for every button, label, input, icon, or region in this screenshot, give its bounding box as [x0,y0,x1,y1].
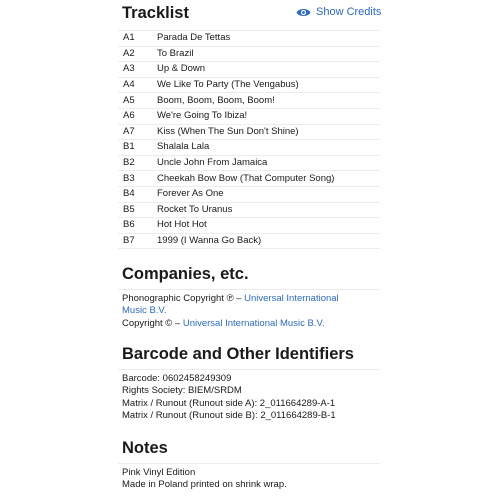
track-title: We're Going To Ibiza! [157,110,248,122]
track-title: Uncle John From Jamaica [157,157,268,169]
track-title: Forever As One [157,188,224,200]
track-title: Boom, Boom, Boom, Boom! [157,94,275,106]
note-line: Made in Poland printed on shrink wrap. [122,479,287,491]
tracklist-heading: Tracklist [122,4,189,22]
track-position: B1 [123,141,135,153]
notes-divider [118,463,380,464]
track-position: B7 [123,235,135,247]
track-position: A2 [123,47,135,59]
track-title: Kiss (When The Sun Don't Shine) [157,125,299,137]
track-row: A3 Up & Down [118,62,380,78]
track-title: Rocket To Uranus [157,203,233,215]
track-row: B7 1999 (I Wanna Go Back) [118,233,380,249]
track-row: A4 We Like To Party (The Vengabus) [118,77,380,93]
identifier-line: Matrix / Runout (Runout side A): 2_01166… [122,397,336,409]
notes-heading: Notes [122,439,168,457]
track-title: To Brazil [157,47,194,59]
company-item: Phonographic Copyright ℗ – Universal Int… [122,293,362,318]
companies-list: Phonographic Copyright ℗ – Universal Int… [122,293,380,330]
track-row: B1 Shalala Lala [118,140,380,156]
track-position: B4 [123,188,135,200]
track-row: B3 Cheekah Bow Bow (That Computer Song) [118,171,380,187]
track-title: Hot Hot Hot [157,219,207,231]
track-position: A5 [123,94,135,106]
company-role: Copyright © – [122,317,183,329]
identifier-line: Barcode: 0602458249309 [122,373,232,384]
show-credits-button[interactable]: Show Credits [296,6,381,18]
track-position: A4 [123,79,135,91]
track-title: Cheekah Bow Bow (That Computer Song) [157,172,335,184]
track-title: Shalala Lala [157,141,210,153]
track-position: B5 [123,203,135,215]
company-link[interactable]: Universal International Music B.V. [183,318,325,329]
company-role: Phonographic Copyright ℗ – [122,293,245,304]
track-position: B3 [123,172,135,184]
track-position: A6 [123,110,135,122]
track-position: A7 [123,125,135,137]
track-row: A6 We're Going To Ibiza! [118,108,380,125]
track-position: A3 [123,63,135,75]
track-title: We Like To Party (The Vengabus) [157,79,299,91]
track-row: A7 Kiss (When The Sun Don't Shine) [118,124,380,140]
companies-divider [118,289,380,290]
release-details-page: Tracklist Show Credits A1 Parada De Tetta… [0,0,500,500]
identifier-line: Rights Society: BIEM/SRDM [122,385,242,397]
track-row: B2 Uncle John From Jamaica [118,155,380,171]
track-row: A5 Boom, Boom, Boom, Boom! [118,93,380,109]
identifiers-divider [118,369,380,370]
note-line: Pink Vinyl Edition [122,467,196,478]
track-row: A1 Parada De Tettas [118,30,380,47]
track-row: A2 To Brazil [118,46,380,62]
companies-heading: Companies, etc. [122,265,249,283]
identifiers-list: Barcode: 0602458249309 Rights Society: B… [122,373,380,423]
eye-icon [296,7,311,18]
identifier-line: Matrix / Runout (Runout side B): 2_01166… [122,410,336,422]
track-position: A1 [123,32,135,44]
track-position: B2 [123,157,135,169]
show-credits-label: Show Credits [316,6,382,18]
track-title: 1999 (I Wanna Go Back) [157,235,262,247]
track-row: B6 Hot Hot Hot [118,218,380,234]
track-position: B6 [123,219,135,231]
track-title: Up & Down [157,63,206,75]
track-title: Parada De Tettas [157,32,231,44]
identifiers-heading: Barcode and Other Identifiers [122,345,354,363]
company-item: Copyright © – Universal International Mu… [122,318,380,330]
track-row: B4 Forever As One [118,186,380,203]
tracklist-table: A1 Parada De Tettas A2 To Brazil A3 Up & Down… [118,30,380,249]
notes-list: Pink Vinyl Edition Made in Poland printe… [122,467,380,492]
track-row: B5 Rocket To Uranus [118,202,380,218]
